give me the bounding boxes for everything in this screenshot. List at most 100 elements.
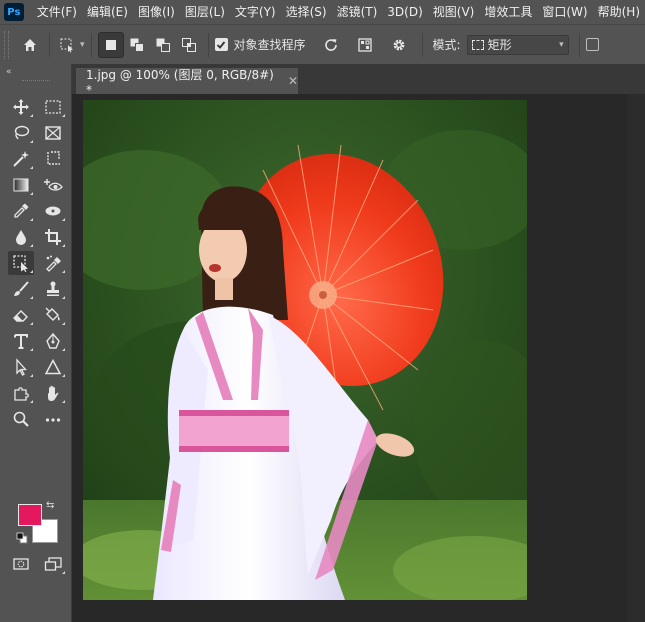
- close-icon[interactable]: ✕: [288, 74, 298, 88]
- intersect-selection-icon: [181, 37, 196, 52]
- document-tab-title: 1.jpg @ 100% (图层 0, RGB/8#) *: [86, 67, 274, 97]
- crop-slice-tool[interactable]: [40, 147, 66, 171]
- menu-window[interactable]: 窗口(W): [537, 0, 592, 24]
- hand-icon: [48, 385, 59, 401]
- mode-select[interactable]: 矩形 ▾: [466, 34, 569, 55]
- spot-healing-tool[interactable]: [40, 199, 66, 223]
- quick-mask-icon: [13, 558, 29, 570]
- object-selection-icon: [13, 255, 28, 272]
- paint-bucket-icon: [45, 307, 60, 321]
- menu-help[interactable]: 帮助(H): [593, 0, 645, 24]
- object-selection-tool[interactable]: [8, 251, 34, 275]
- hand-tool[interactable]: [40, 381, 66, 405]
- separator: [578, 32, 580, 57]
- subtract-from-selection-button[interactable]: [150, 32, 176, 58]
- new-selection-icon: [105, 39, 116, 50]
- intersect-selection-button[interactable]: [176, 32, 202, 58]
- marquee-tool[interactable]: [40, 95, 66, 119]
- paint-bucket-tool[interactable]: [40, 303, 66, 327]
- separator: [207, 32, 209, 57]
- brush-tool[interactable]: [8, 277, 34, 301]
- toolbar-grip[interactable]: [22, 80, 50, 82]
- lasso-icon: [14, 125, 30, 140]
- screen-mode-icon: [44, 557, 62, 571]
- default-colors-icon[interactable]: [16, 532, 28, 547]
- document-tab[interactable]: 1.jpg @ 100% (图层 0, RGB/8#) * ✕: [76, 67, 298, 97]
- menu-3d[interactable]: 3D(D): [382, 0, 427, 24]
- subtract-selection-icon: [156, 38, 170, 52]
- separator: [421, 32, 423, 57]
- color-sampler-tool[interactable]: [40, 251, 66, 275]
- blur-tool[interactable]: [8, 225, 34, 249]
- quick-selection-tool[interactable]: [8, 147, 34, 171]
- separator: [90, 32, 92, 57]
- pen-icon: [46, 332, 60, 349]
- rectangular-marquee-icon: [45, 100, 61, 114]
- plus-eye-icon: [44, 179, 63, 191]
- lasso-tool[interactable]: [8, 121, 34, 145]
- custom-shape-tool[interactable]: [8, 381, 34, 405]
- photoshop-logo[interactable]: Ps: [4, 3, 24, 21]
- home-icon: [24, 38, 36, 51]
- menu-bar: Ps 文件(F) 编辑(E) 图像(I) 图层(L) 文字(Y) 选择(S) 滤…: [0, 0, 645, 24]
- path-selection-tool[interactable]: [8, 355, 34, 379]
- menu-file[interactable]: 文件(F): [32, 0, 82, 24]
- options-bar-grip[interactable]: [4, 30, 9, 59]
- menu-select[interactable]: 选择(S): [281, 0, 332, 24]
- foreground-color-swatch[interactable]: [18, 504, 42, 526]
- slice-icon: [47, 151, 60, 165]
- new-selection-button[interactable]: [97, 31, 124, 58]
- crop-tool[interactable]: [40, 225, 66, 249]
- menu-layer[interactable]: 图层(L): [180, 0, 230, 24]
- zoom-tool[interactable]: [8, 407, 34, 431]
- arrow-cursor-icon: [16, 358, 27, 376]
- type-tool[interactable]: [8, 329, 34, 353]
- eraser-tool[interactable]: [8, 303, 34, 327]
- pen-tool[interactable]: [40, 329, 66, 353]
- object-finder-checkbox[interactable]: [214, 38, 228, 51]
- mode-value: 矩形: [487, 38, 512, 52]
- shape-tool[interactable]: [40, 355, 66, 379]
- tool-preset-picker[interactable]: [56, 32, 78, 58]
- refresh-icon: [324, 38, 337, 51]
- add-selection-icon: [130, 38, 144, 52]
- bandage-icon: [45, 206, 61, 216]
- move-tool[interactable]: [8, 95, 34, 119]
- menu-filter[interactable]: 滤镜(T): [332, 0, 383, 24]
- move-icon: [13, 99, 29, 115]
- extra-option-checkbox[interactable]: [585, 38, 599, 51]
- image-canvas[interactable]: [83, 100, 527, 600]
- refresh-button[interactable]: [318, 32, 344, 58]
- objects-grid-icon: [357, 37, 372, 52]
- show-all-objects-button[interactable]: [352, 32, 378, 58]
- settings-button[interactable]: [386, 32, 412, 58]
- chevron-down-icon[interactable]: ▾: [80, 40, 85, 50]
- menu-edit[interactable]: 编辑(E): [82, 0, 133, 24]
- magic-wand-icon: [13, 151, 29, 167]
- eyedropper-tool[interactable]: [8, 199, 34, 223]
- menu-view[interactable]: 视图(V): [428, 0, 480, 24]
- menu-image[interactable]: 图像(I): [133, 0, 180, 24]
- quick-mask-button[interactable]: [8, 552, 34, 576]
- object-finder-label[interactable]: 对象查找程序: [234, 36, 306, 53]
- home-button[interactable]: [17, 32, 43, 58]
- edit-toolbar-button[interactable]: [40, 407, 66, 431]
- water-drop-icon: [16, 230, 26, 245]
- menu-type[interactable]: 文字(Y): [230, 0, 281, 24]
- swap-colors-icon[interactable]: ⇆: [46, 500, 54, 511]
- add-to-selection-button[interactable]: [124, 32, 150, 58]
- chevron-down-icon: ▾: [559, 39, 564, 50]
- frame-tool[interactable]: [40, 121, 66, 145]
- photo-image: [83, 100, 527, 600]
- menu-plugins[interactable]: 增效工具: [479, 0, 537, 24]
- eye-tool[interactable]: [40, 173, 66, 197]
- more-dots-icon: [45, 418, 61, 422]
- pasteboard-right: [627, 94, 645, 622]
- crop-icon: [45, 229, 61, 245]
- clone-stamp-tool[interactable]: [40, 277, 66, 301]
- eyedropper-icon: [14, 203, 29, 218]
- gradient-icon: [13, 178, 29, 192]
- collapse-toolbar-button[interactable]: «: [0, 64, 71, 80]
- screen-mode-button[interactable]: [40, 552, 66, 576]
- gradient-tool[interactable]: [8, 173, 34, 197]
